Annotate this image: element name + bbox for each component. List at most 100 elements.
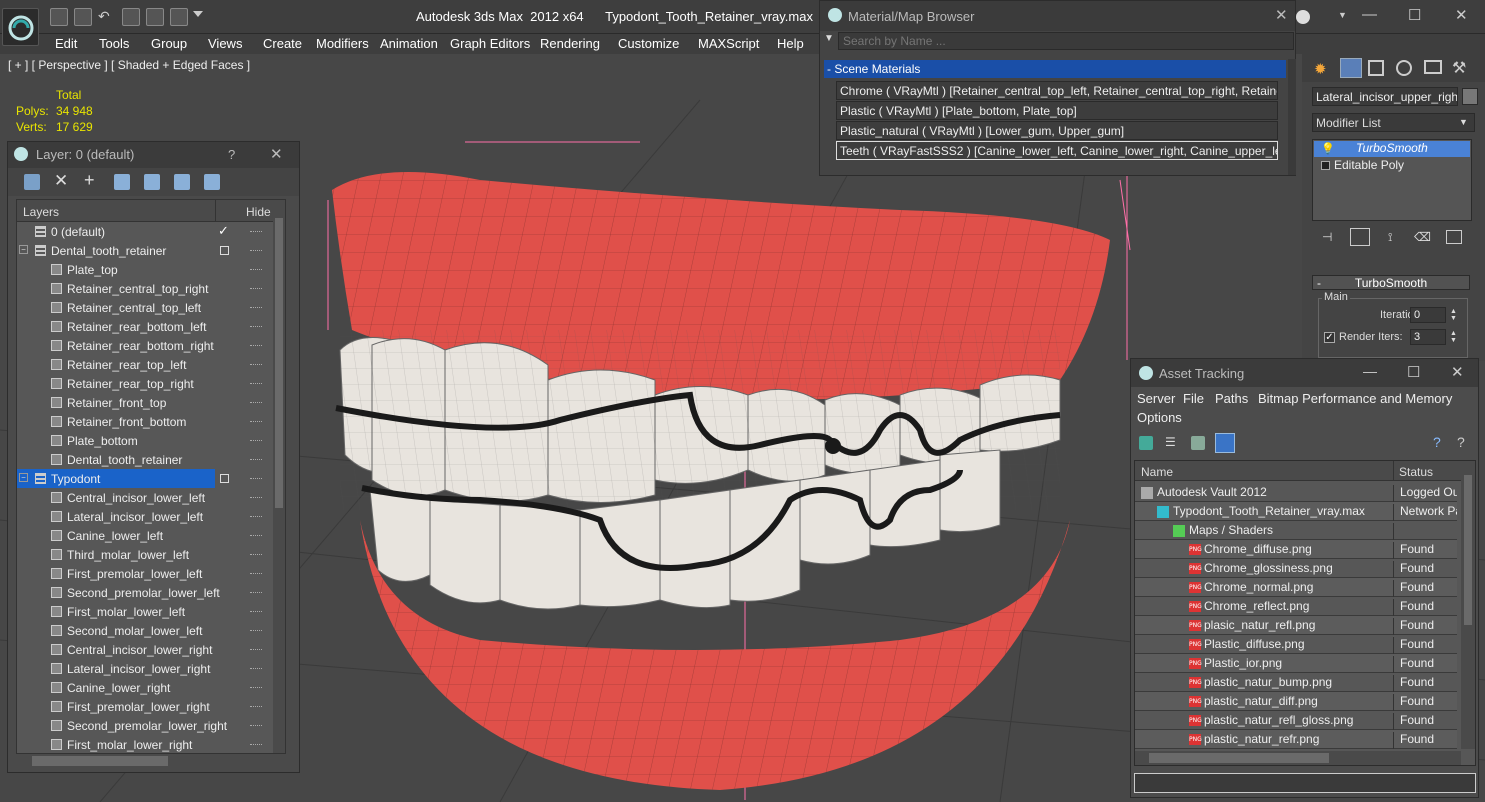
hide-toggle[interactable] xyxy=(250,725,262,726)
object-color-swatch[interactable] xyxy=(1462,88,1478,105)
asset-row[interactable]: PNG Chrome_diffuse.png Found xyxy=(1135,540,1457,559)
hide-toggle[interactable] xyxy=(250,231,262,232)
collapse-minus-icon[interactable]: − xyxy=(19,245,28,254)
hierarchy-tab-icon[interactable] xyxy=(1368,60,1384,76)
material-browser-scrollbar[interactable] xyxy=(1288,59,1296,175)
set-current-layer-box[interactable] xyxy=(220,246,229,255)
freeze-all-layers-icon[interactable] xyxy=(204,174,220,190)
close-icon[interactable]: ✕ xyxy=(1455,6,1468,24)
name-column-header[interactable]: Name xyxy=(1141,465,1173,479)
hide-toggle[interactable] xyxy=(250,668,262,669)
utilities-tab-icon[interactable]: ⚒ xyxy=(1452,58,1466,78)
hide-toggle[interactable] xyxy=(250,326,262,327)
asset-menu-server[interactable]: Server xyxy=(1137,391,1175,406)
asset-menu-paths[interactable]: Paths xyxy=(1215,391,1248,406)
material-teeth[interactable]: Teeth ( VRayFastSSS2 ) [Canine_lower_lef… xyxy=(836,141,1278,160)
status-column-header[interactable]: Status xyxy=(1399,465,1433,479)
info-center-icon[interactable] xyxy=(1296,10,1310,24)
hide-toggle[interactable] xyxy=(250,402,262,403)
asset-row[interactable]: PNG plastic_natur_diff.png Found xyxy=(1135,692,1457,711)
menu-maxscript[interactable]: MAXScript xyxy=(698,36,759,51)
layer-object-row[interactable]: First_premolar_lower_right xyxy=(17,697,273,716)
hide-column-header[interactable]: Hide xyxy=(246,205,271,219)
render-iters-spinner-arrows[interactable]: ▲ ▼ xyxy=(1450,330,1457,344)
collapse-minus-icon[interactable]: − xyxy=(19,473,28,482)
asset-close-icon[interactable]: ✕ xyxy=(1451,363,1464,381)
menu-customize[interactable]: Customize xyxy=(618,36,679,51)
layer-object-row[interactable]: Retainer_central_top_right xyxy=(17,279,273,298)
object-name-field[interactable] xyxy=(1312,87,1458,106)
menu-tools[interactable]: Tools xyxy=(99,36,129,51)
save-file-icon[interactable] xyxy=(74,8,92,26)
minimize-icon[interactable]: — xyxy=(1362,6,1377,23)
asset-row[interactable]: Autodesk Vault 2012 Logged Out xyxy=(1135,483,1457,502)
hide-toggle[interactable] xyxy=(250,535,262,536)
project-folder-icon[interactable] xyxy=(122,8,140,26)
scene-materials-group[interactable]: - Scene Materials xyxy=(824,60,1286,78)
hide-toggle[interactable] xyxy=(250,687,262,688)
open-file-icon[interactable] xyxy=(50,8,68,26)
undo-icon[interactable]: ↶ xyxy=(98,8,112,26)
hide-toggle[interactable] xyxy=(250,250,262,251)
menu-create[interactable]: Create xyxy=(263,36,302,51)
asset-row[interactable]: PNG Chrome_reflect.png Found xyxy=(1135,597,1457,616)
help-icon[interactable]: ? xyxy=(1433,434,1441,450)
hide-toggle[interactable] xyxy=(250,649,262,650)
layer-object-row[interactable]: Second_molar_lower_left xyxy=(17,621,273,640)
add-to-layer-icon[interactable]: + xyxy=(84,170,95,191)
asset-row[interactable]: PNG Plastic_diffuse.png Found xyxy=(1135,635,1457,654)
hide-toggle[interactable] xyxy=(250,459,262,460)
asset-menu-bitmap[interactable]: Bitmap Performance and Memory xyxy=(1258,391,1452,406)
stack-item-turbosmooth[interactable]: TurboSmooth xyxy=(1314,141,1470,157)
material-browser-close-icon[interactable]: ✕ xyxy=(1275,6,1288,24)
menu-modifiers[interactable]: Modifiers xyxy=(316,36,369,51)
menu-group[interactable]: Group xyxy=(151,36,187,51)
layer-object-row[interactable]: Lateral_incisor_lower_right xyxy=(17,659,273,678)
motion-tab-icon[interactable] xyxy=(1396,60,1412,76)
layer-object-row[interactable]: First_molar_lower_right xyxy=(17,735,273,754)
menu-animation[interactable]: Animation xyxy=(380,36,438,51)
layer-object-row[interactable]: Dental_tooth_retainer xyxy=(17,450,273,469)
stack-item-editable-poly[interactable]: Editable Poly xyxy=(1314,158,1470,174)
remove-modifier-icon[interactable]: ⌫ xyxy=(1414,230,1431,244)
hide-toggle[interactable] xyxy=(250,383,262,384)
asset-path-field[interactable] xyxy=(1134,773,1476,793)
asset-row[interactable]: PNG Chrome_glossiness.png Found xyxy=(1135,559,1457,578)
hide-toggle[interactable] xyxy=(250,497,262,498)
lightbulb-icon[interactable]: 💡 xyxy=(1321,142,1335,155)
hide-toggle[interactable] xyxy=(250,592,262,593)
hide-toggle[interactable] xyxy=(250,440,262,441)
layer-object-row[interactable]: Central_incisor_lower_right xyxy=(17,640,273,659)
material-plastic[interactable]: Plastic ( VRayMtl ) [Plate_bottom, Plate… xyxy=(836,101,1278,120)
hide-all-layers-icon[interactable] xyxy=(174,174,190,190)
hide-toggle[interactable] xyxy=(250,478,262,479)
asset-horizontal-scrollbar[interactable] xyxy=(1135,751,1461,765)
tree-view-icon[interactable] xyxy=(1191,436,1205,450)
iterations-spinner-arrows[interactable]: ▲ ▼ xyxy=(1450,308,1457,322)
make-unique-icon[interactable]: ⟟ xyxy=(1388,230,1392,245)
layer-object-row[interactable]: First_molar_lower_left xyxy=(17,602,273,621)
hide-toggle[interactable] xyxy=(250,288,262,289)
render-iters-spinner[interactable] xyxy=(1410,329,1446,345)
asset-maximize-icon[interactable]: ☐ xyxy=(1407,363,1420,381)
layer-horizontal-scrollbar[interactable] xyxy=(16,754,286,768)
layer-object-row[interactable]: Retainer_central_top_left xyxy=(17,298,273,317)
asset-row[interactable]: PNG plasic_natur_refl.png Found xyxy=(1135,616,1457,635)
menu-graph-editors[interactable]: Graph Editors xyxy=(450,36,530,51)
active-layer-check-icon[interactable]: ✓ xyxy=(218,223,229,239)
create-layer-icon[interactable] xyxy=(24,174,40,190)
hide-toggle[interactable] xyxy=(250,573,262,574)
layer-object-row[interactable]: Canine_lower_left xyxy=(17,526,273,545)
hide-toggle[interactable] xyxy=(250,744,262,745)
hide-toggle[interactable] xyxy=(250,421,262,422)
render-iters-checkbox[interactable]: ✓ xyxy=(1324,332,1335,343)
quick-access-dropdown-icon[interactable] xyxy=(193,11,203,17)
layer-object-row[interactable]: Second_premolar_lower_left xyxy=(17,583,273,602)
layer-object-row[interactable]: Third_molar_lower_left xyxy=(17,545,273,564)
hide-toggle[interactable] xyxy=(250,345,262,346)
display-tab-icon[interactable] xyxy=(1424,60,1442,74)
layer-object-row[interactable]: Retainer_rear_top_left xyxy=(17,355,273,374)
layer-panel-close-icon[interactable]: ✕ xyxy=(270,145,283,163)
info-dropdown-icon[interactable]: ▼ xyxy=(1338,10,1347,20)
table-view-icon[interactable] xyxy=(1215,433,1235,453)
